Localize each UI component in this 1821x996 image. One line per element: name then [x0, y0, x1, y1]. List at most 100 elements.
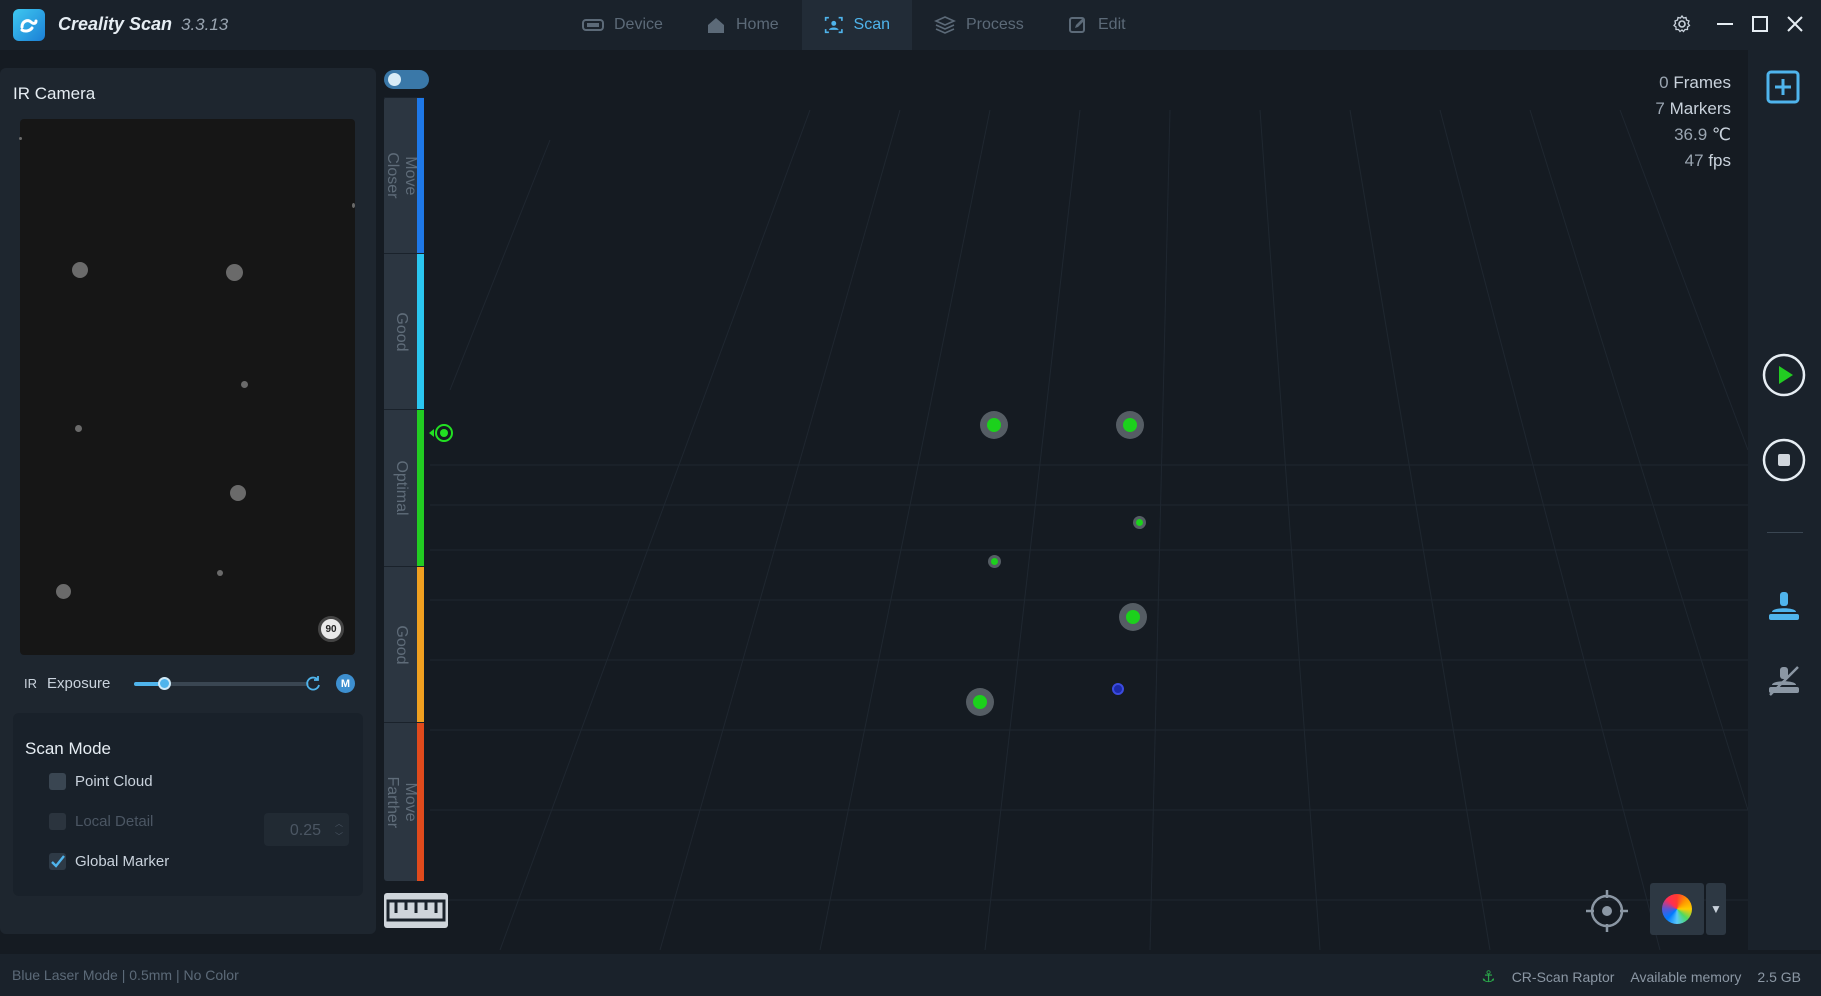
point-cloud-label: Point Cloud: [75, 773, 153, 790]
global-marker-checkbox[interactable]: [49, 853, 66, 870]
device-name: CR-Scan Raptor: [1511, 969, 1615, 985]
local-detail-checkbox: [49, 813, 66, 830]
exposure-ir-label: IR: [24, 676, 37, 691]
distance-segment-label: Good: [393, 624, 410, 665]
distance-segment-label: Move Farther: [384, 776, 419, 828]
scan-mode-panel: Scan Mode Point Cloud Local Detail 0.25 …: [13, 713, 363, 896]
color-mode-status: No Color: [183, 967, 239, 983]
distance-segment-label: Optimal: [393, 460, 410, 516]
global-marker-option[interactable]: Global Marker: [49, 853, 169, 870]
scan-icon: [824, 16, 843, 34]
toggle-knob: [388, 73, 401, 86]
point-cloud-checkbox[interactable]: [49, 773, 66, 790]
manual-exposure-button[interactable]: M: [336, 674, 355, 693]
memory-label: Available memory: [1630, 969, 1742, 985]
global-marker-label: Global Marker: [75, 853, 170, 870]
tracked-marker: [1119, 603, 1147, 631]
play-icon[interactable]: [1761, 352, 1807, 398]
distance-segment: Good: [384, 566, 424, 722]
local-detail-value: 0.25: [289, 822, 321, 839]
exposure-row: IR Exposure M: [24, 672, 364, 696]
spin-down-icon: ﹀: [335, 832, 343, 841]
device-icon: [582, 19, 604, 31]
tracked-marker: [988, 555, 1001, 568]
title-bar: Creality Scan 3.3.13 Device Home Scan Pr…: [0, 0, 1821, 50]
tab-device-label: Device: [614, 16, 663, 33]
floor-grid: [430, 109, 1748, 950]
tab-process[interactable]: Process: [912, 0, 1046, 50]
app-logo-icon: [13, 9, 45, 41]
checkmark-icon: [51, 855, 65, 868]
stamp-icon[interactable]: [1766, 590, 1802, 626]
scan-viewport[interactable]: [430, 50, 1748, 950]
temperature-value: 36.9: [1674, 125, 1708, 144]
exposure-slider[interactable]: [134, 677, 309, 690]
right-toolbar: [1748, 50, 1821, 950]
ir-dot: [19, 137, 22, 140]
stamp-disabled-icon[interactable]: [1766, 663, 1802, 699]
distance-bar-toggle[interactable]: [384, 70, 429, 89]
resolution-status: 0.5mm: [129, 967, 173, 983]
ir-dot: [72, 262, 88, 278]
maximize-icon[interactable]: [1748, 12, 1772, 36]
scan-settings-summary: Blue Laser Mode | 0.5mm | No Color: [12, 967, 239, 983]
refresh-icon[interactable]: [304, 674, 322, 692]
temperature-unit: ℃: [1711, 125, 1731, 144]
chevron-down-icon: ▼: [1710, 902, 1722, 916]
frames-value: 0: [1659, 73, 1669, 92]
ruler-icon[interactable]: [384, 893, 448, 928]
add-project-icon[interactable]: [1766, 70, 1800, 104]
ir-dot: [56, 584, 71, 599]
tracked-marker: [1116, 411, 1144, 439]
stop-icon[interactable]: [1761, 437, 1807, 483]
tracked-marker: [980, 411, 1008, 439]
scan-stats: 0 Frames 7 Markers 36.9 ℃ 47 fps: [1655, 70, 1731, 174]
settings-icon[interactable]: [1670, 12, 1694, 36]
locate-target-icon[interactable]: [1584, 888, 1630, 934]
minimize-icon[interactable]: [1713, 12, 1737, 36]
distance-segment-label: Move Closer: [384, 152, 419, 199]
distance-segment: Move Closer: [384, 97, 424, 253]
color-mode-button[interactable]: [1650, 883, 1704, 935]
frames-stat: 0 Frames: [1655, 70, 1731, 96]
scan-mode-title: Scan Mode: [25, 739, 111, 758]
distance-segment-label: Good: [393, 311, 410, 352]
color-wheel-icon: [1662, 894, 1692, 924]
fps-label: fps: [1708, 151, 1731, 170]
memory-value: 2.5 GB: [1757, 969, 1801, 985]
rotate-90-button[interactable]: 90: [318, 616, 344, 642]
app-window: Creality Scan 3.3.13 Device Home Scan Pr…: [0, 0, 1821, 996]
exposure-slider-knob[interactable]: [157, 677, 171, 690]
color-mode-dropdown[interactable]: ▼: [1706, 883, 1726, 935]
tab-process-label: Process: [966, 16, 1024, 33]
close-icon[interactable]: [1783, 12, 1807, 36]
ir-dot: [217, 570, 223, 576]
laser-mode-status: Blue Laser Mode: [12, 967, 118, 983]
ir-dot: [241, 381, 248, 388]
distance-segment: Good: [384, 253, 424, 409]
tab-scan[interactable]: Scan: [802, 0, 912, 50]
local-detail-option: Local Detail: [49, 813, 153, 830]
distance-segment: Optimal: [384, 409, 424, 566]
ir-dot: [352, 203, 355, 208]
ir-camera-title: IR Camera: [13, 84, 96, 103]
tab-device[interactable]: Device: [560, 0, 685, 50]
tab-edit-label: Edit: [1098, 16, 1126, 33]
point-cloud-option[interactable]: Point Cloud: [49, 773, 153, 790]
distance-indicator-icon: [429, 424, 453, 442]
distance-segment-color: [417, 410, 424, 566]
toolbar-divider: [1767, 532, 1803, 533]
distance-segment: Move Farther: [384, 722, 424, 881]
local-detail-label: Local Detail: [75, 813, 154, 830]
markers-stat: 7 Markers: [1655, 96, 1731, 122]
distance-segment-color: [417, 254, 424, 409]
tab-home[interactable]: Home: [684, 0, 801, 50]
usb-icon: ⚓︎: [1481, 969, 1496, 986]
ir-camera-view: [19, 119, 355, 655]
tab-edit[interactable]: Edit: [1046, 0, 1148, 50]
tracked-marker: [1133, 516, 1146, 529]
markers-value: 7: [1655, 99, 1665, 118]
device-status: ⚓︎ CR-Scan Raptor Available memory 2.5 G…: [1481, 967, 1801, 987]
ir-dot: [75, 425, 82, 432]
status-bar: Blue Laser Mode | 0.5mm | No Color ⚓︎ CR…: [0, 954, 1821, 996]
